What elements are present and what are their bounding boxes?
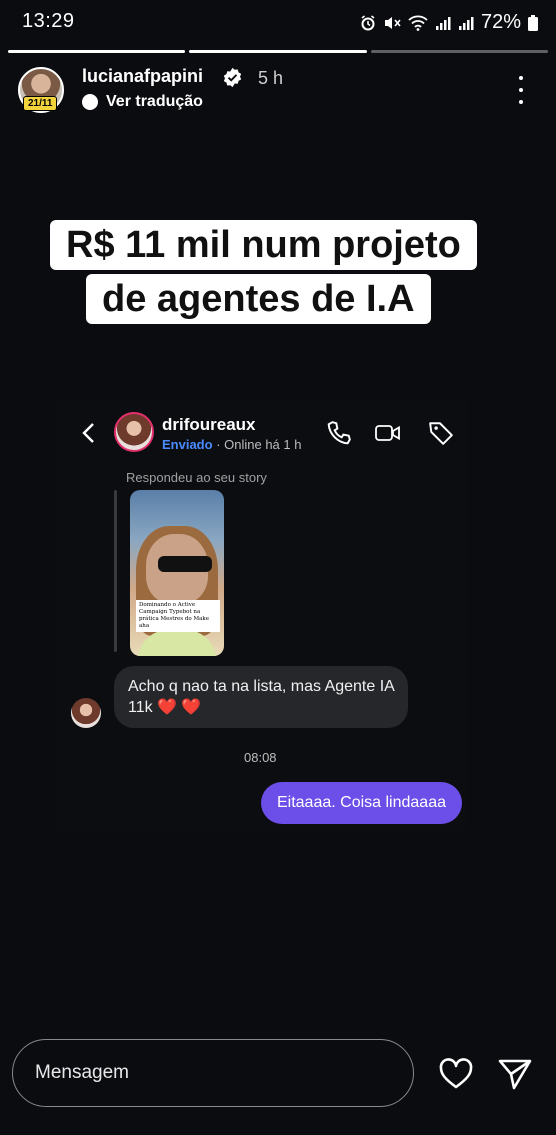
reply-line [114,490,117,652]
mute-icon [384,16,401,29]
dm-sent-label: Enviado [162,437,213,452]
battery-percent: 72% [480,11,521,33]
dm-status: Enviado · Online há 1 h [162,437,301,452]
story-thumbnail: Dominando o Active Campaign Typebot na p… [130,490,224,656]
story-progress [8,50,548,53]
battery-icon [528,14,538,31]
send-icon[interactable] [498,1057,532,1091]
tag-icon [429,422,453,445]
dm-online-status: Online há 1 h [224,437,302,452]
wifi-icon [408,15,428,31]
phone-icon [327,421,351,445]
sent-message-bubble: Eitaaaa. Coisa lindaaaa [261,782,462,824]
thumbnail-caption: Dominando o Active Campaign Typebot na p… [136,600,220,632]
received-message-bubble: Acho q nao ta na lista, mas Agente IA 11… [114,666,408,728]
sent-message-text: Eitaaaa. Coisa lindaaaa [276,794,446,811]
dm-screenshot [56,398,468,830]
signal-r-icon [458,16,474,30]
translate-icon [82,94,98,110]
dot-icon [519,100,523,104]
avatar-badge: 21/11 [23,96,58,111]
status-icons: 72% [360,11,538,34]
heart-emoji: ❤️ ❤️ [157,699,202,716]
post-time: 5 h [258,68,284,88]
dot-icon [519,76,523,80]
replied-to-story-label: Respondeu ao seu story [126,470,267,485]
progress-segment [189,50,367,53]
back-chevron-icon [82,423,94,443]
story-title-line-1: R$ 11 mil num projeto [50,220,477,270]
alarm-icon [361,14,375,30]
translate-label: Ver tradução [106,93,203,110]
progress-segment [8,50,186,53]
dm-separator: · [212,437,225,452]
message-timestamp: 08:08 [244,750,277,765]
translate-link[interactable]: Ver tradução [82,93,203,111]
username[interactable]: lucianafpapini [82,66,203,87]
signal-icon [435,16,451,30]
more-options-button[interactable] [512,76,530,104]
dm-contact-avatar [114,412,154,452]
message-sender-avatar [71,698,101,728]
verified-icon [223,67,242,88]
video-icon [375,425,400,441]
status-time: 13:29 [22,10,75,32]
story-title-line-2: de agentes de I.A [86,274,431,324]
dot-icon [519,88,523,92]
progress-segment [370,50,548,53]
sunglasses-icon [158,556,212,572]
dm-contact-name: drifoureaux [162,415,256,434]
message-input[interactable] [12,1039,414,1107]
heart-icon[interactable] [439,1058,473,1090]
